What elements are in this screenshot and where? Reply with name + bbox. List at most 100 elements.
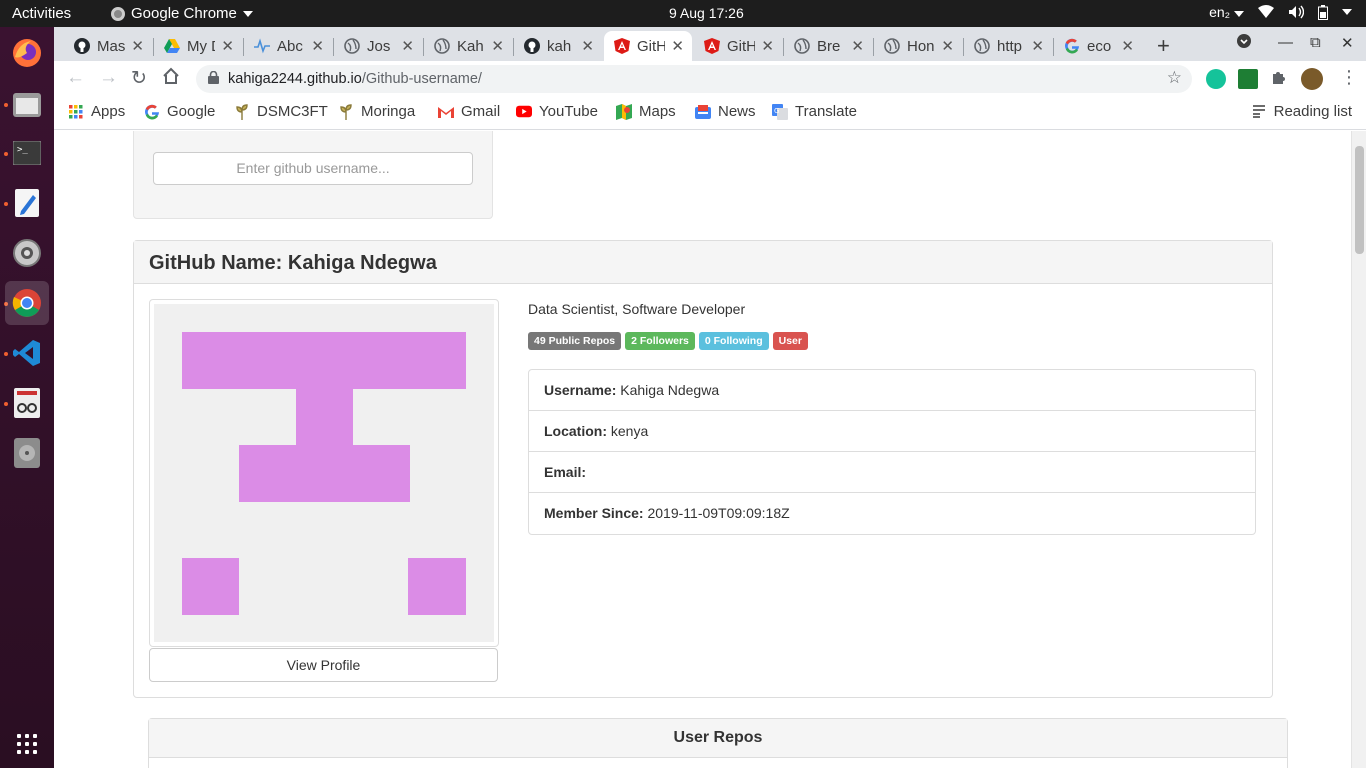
new-tab-button[interactable]: + [1157, 33, 1170, 59]
vscode-launcher[interactable] [5, 331, 49, 375]
document-viewer-launcher[interactable] [5, 381, 49, 425]
browser-tab[interactable]: GitH ✕ [604, 31, 692, 61]
browser-tab[interactable]: GitH ✕ [694, 31, 782, 61]
bookmark-star-icon[interactable]: ☆ [1167, 68, 1182, 88]
globe-icon [884, 38, 900, 54]
close-tab-icon[interactable]: ✕ [401, 37, 414, 55]
tab-title: Kah [457, 37, 484, 55]
bookmark-news[interactable]: News [695, 103, 756, 120]
bookmark-label: DSMC3FT [257, 103, 328, 120]
reload-icon[interactable]: ↻ [131, 67, 147, 90]
close-tab-icon[interactable]: ✕ [761, 37, 774, 55]
browser-tab[interactable]: Hon ✕ [874, 31, 962, 61]
show-applications-icon[interactable] [17, 734, 37, 754]
tab-title: Bre [817, 37, 841, 55]
reading-list-label: Reading list [1273, 103, 1352, 120]
wifi-icon [1258, 5, 1274, 18]
grammarly-extension-icon[interactable] [1206, 69, 1226, 89]
address-bar[interactable]: kahiga2244.github.io/Github-username/ ☆ [196, 65, 1192, 93]
view-profile-button[interactable]: View Profile [149, 648, 498, 682]
lock-icon[interactable] [208, 70, 219, 88]
browser-tab[interactable]: Mas ✕ [64, 31, 152, 61]
detail-key: Member Since: [544, 505, 644, 521]
tab-search-icon[interactable] [1237, 34, 1251, 52]
tab-title: http [997, 37, 1023, 55]
close-tab-icon[interactable]: ✕ [851, 37, 864, 55]
home-icon[interactable] [162, 67, 180, 91]
close-tab-icon[interactable]: ✕ [1031, 37, 1044, 55]
bookmark-label: Translate [795, 103, 857, 120]
user-repos-title: User Repos [149, 719, 1287, 758]
text-editor-launcher[interactable] [5, 181, 49, 225]
close-tab-icon[interactable]: ✕ [941, 37, 954, 55]
maximize-icon[interactable]: ⧉ [1310, 34, 1321, 51]
bookmark-google[interactable]: Google [144, 103, 215, 120]
bookmark-translate[interactable]: G Translate [772, 103, 857, 120]
tab-title: My D [187, 37, 215, 55]
chrome-menu-icon[interactable]: ⋮ [1340, 67, 1358, 88]
close-tab-icon[interactable]: ✕ [491, 37, 504, 55]
reading-list-button[interactable]: Reading list [1251, 103, 1352, 120]
activities-button[interactable]: Activities [12, 5, 71, 22]
browser-tab[interactable]: Abc ✕ [244, 31, 332, 61]
url-text: kahiga2244.github.io/Github-username/ [228, 71, 482, 87]
browser-tab[interactable]: My D ✕ [154, 31, 242, 61]
files-launcher[interactable] [5, 82, 49, 126]
google-icon [1064, 38, 1080, 54]
browser-tab[interactable]: http ✕ [964, 31, 1052, 61]
following-badge: 0 Following [698, 332, 769, 350]
pulse-icon [254, 38, 270, 54]
chevron-down-icon [1234, 11, 1244, 17]
bookmark-maps[interactable]: Maps [616, 103, 676, 120]
close-tab-icon[interactable]: ✕ [671, 37, 684, 55]
forward-arrow-icon[interactable]: → [99, 67, 118, 89]
detail-value: Kahiga Ndegwa [620, 382, 720, 398]
chrome-small-icon [111, 6, 125, 21]
app-menu[interactable]: Google Chrome [111, 5, 253, 22]
browser-tab[interactable]: kah ✕ [514, 31, 602, 61]
scrollbar-thumb[interactable] [1355, 146, 1364, 254]
minimize-icon[interactable]: — [1278, 34, 1293, 51]
disk-launcher[interactable] [5, 431, 49, 475]
sprout-icon [338, 103, 354, 120]
profile-avatar[interactable] [1301, 68, 1323, 90]
close-tab-icon[interactable]: ✕ [1121, 37, 1134, 55]
close-tab-icon[interactable]: ✕ [311, 37, 324, 55]
browser-tab[interactable]: Bre ✕ [784, 31, 872, 61]
chrome-launcher[interactable] [5, 281, 49, 325]
tab-title: kah [547, 37, 572, 55]
profile-panel: GitHub Name: Kahiga Ndegwa View Profile … [133, 240, 1273, 698]
bookmark-apps[interactable]: Apps [68, 103, 125, 120]
detail-key: Email: [544, 464, 587, 480]
bookmark-dsmc3ft[interactable]: DSMC3FT [234, 103, 328, 120]
close-window-icon[interactable]: ✕ [1341, 34, 1354, 52]
clock[interactable]: 9 Aug 17:26 [669, 5, 744, 21]
close-tab-icon[interactable]: ✕ [221, 37, 234, 55]
close-tab-icon[interactable]: ✕ [131, 37, 144, 55]
browser-tab[interactable]: eco ✕ [1054, 31, 1142, 61]
list-item: Email: [529, 452, 1255, 493]
close-tab-icon[interactable]: ✕ [581, 37, 594, 55]
bookmark-moringa[interactable]: Moringa [338, 103, 415, 120]
extensions-puzzle-icon[interactable] [1270, 69, 1290, 89]
keyboard-layout-label: en₂ [1209, 4, 1231, 20]
bookmark-gmail[interactable]: Gmail [438, 103, 500, 120]
user-repos-panel: User Repos [148, 718, 1288, 768]
back-arrow-icon[interactable]: ← [66, 67, 85, 89]
bookmark-youtube[interactable]: YouTube [516, 103, 598, 120]
terminal-launcher[interactable]: >_ [5, 131, 49, 175]
keyboard-layout[interactable]: en₂ [1209, 4, 1244, 20]
bookmark-label: Gmail [461, 103, 501, 120]
profile-title: GitHub Name: Kahiga Ndegwa [134, 241, 1272, 284]
browser-tab[interactable]: Kah ✕ [424, 31, 512, 61]
browser-tab[interactable]: Jos ✕ [334, 31, 422, 61]
firefox-launcher[interactable] [5, 31, 49, 75]
settings-launcher[interactable] [5, 231, 49, 275]
github-username-input[interactable]: Enter github username... [153, 152, 473, 185]
page-scrollbar[interactable] [1351, 131, 1366, 768]
excel-extension-icon[interactable] [1238, 69, 1258, 89]
public-repos-badge: 49 Public Repos [528, 332, 622, 350]
angular-icon [704, 38, 720, 54]
system-tray[interactable]: en₂ [1209, 4, 1352, 20]
detail-value: 2019-11-09T09:09:18Z [647, 505, 790, 521]
